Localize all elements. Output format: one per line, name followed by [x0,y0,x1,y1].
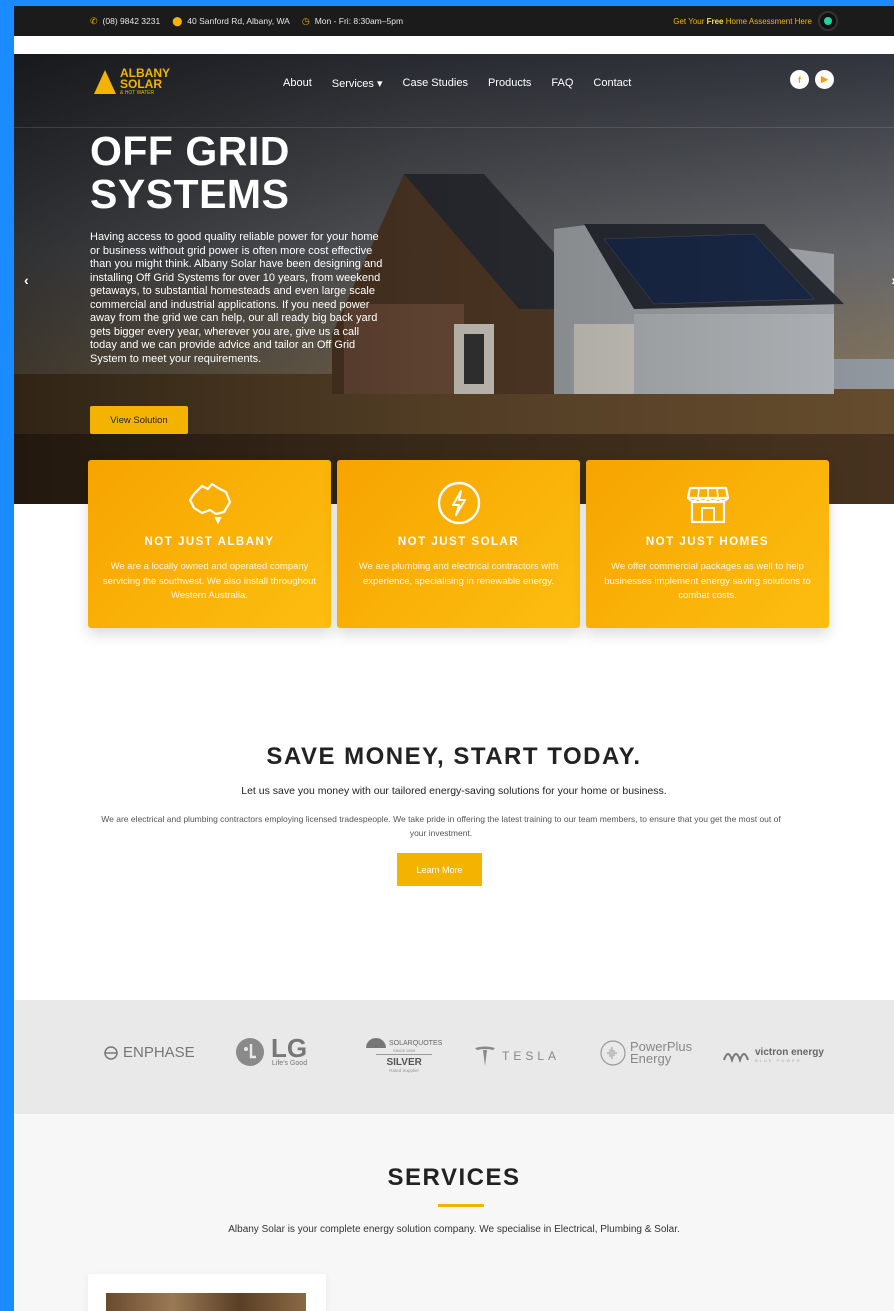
free-assessment-link[interactable]: Get Your Free Home Assessment Here [673,17,812,26]
slider-prev-icon[interactable]: ‹ [24,272,29,288]
tesla-logo[interactable]: TESLA [474,1046,560,1066]
energy-bolt-icon [437,481,480,525]
save-money-heading: SAVE MONEY, START TODAY. [266,743,642,770]
page-frame: ✆ (08) 9842 3231 ⬤ 40 Sanford Rd, Albany… [14,6,894,1311]
feature-card-albany: NOT JUST ALBANY We are a locally owned a… [88,460,331,628]
services-heading: SERVICES [387,1164,521,1191]
lg-face-icon [236,1037,264,1066]
services-section: SERVICES Albany Solar is your complete e… [14,1114,894,1311]
solarquotes-sun-icon [366,1038,386,1048]
powerplus-text-2: Energy [630,1051,672,1066]
learn-more-button[interactable]: Learn More [397,853,482,886]
cta-bold: Free [706,16,724,26]
location-pin-icon: ⬤ [172,15,183,26]
nav-item-contact[interactable]: Contact [593,77,631,89]
card-title: NOT JUST SOLAR [397,536,520,548]
nav-item-case-studies[interactable]: Case Studies [403,77,468,89]
lg-tagline: Life's Good [271,1060,308,1067]
victron-tagline: BLUE POWER [755,1058,802,1063]
service-card-image [106,1293,306,1311]
nav-item-faq[interactable]: FAQ [551,77,573,89]
feature-card-homes: NOT JUST HOMES We offer commercial packa… [586,460,829,628]
powerplus-logo[interactable]: PowerPlus Energy [600,1040,692,1066]
cta-prefix: Get Your [673,16,707,26]
lg-logo[interactable]: LG Life's Good [235,1033,308,1067]
clock-icon: ◷ [301,15,310,26]
solarquotes-badge[interactable]: SOLARQUOTES SINCE 2009 SILVER Rated Supp… [366,1038,442,1073]
card-title: NOT JUST ALBANY [144,536,275,548]
powerplus-wave-icon [600,1040,626,1066]
phone-contact[interactable]: ✆ (08) 9842 3231 [90,16,160,27]
youtube-icon[interactable]: ▶ [815,70,834,89]
services-divider [438,1204,484,1207]
top-bar: ✆ (08) 9842 3231 ⬤ 40 Sanford Rd, Albany… [14,6,894,36]
main-navigation: ALBANY SOLAR & HOT WATER About Services … [14,54,894,128]
solarquotes-since: SINCE 2009 [393,1048,416,1053]
hero-description: Having access to good quality reliable p… [90,231,383,365]
hero-title: OFF GRID SYSTEMS [90,128,290,217]
lg-text: LG [271,1033,308,1063]
solarquotes-note: Rated Supplier [389,1068,420,1073]
partner-logos: ENPHASE LG Life's Good SOLARQUOTES SINCE… [14,1000,894,1114]
view-solution-button[interactable]: View Solution [90,406,188,434]
assessment-toggle-icon[interactable] [818,11,838,31]
enphase-text: ENPHASE [123,1044,195,1061]
social-links: f ▶ [790,70,834,89]
phone-number: (08) 9842 3231 [102,16,161,26]
card-text: We offer commercial packages as well to … [604,561,811,601]
victron-waves-icon [723,1053,749,1064]
nav-item-products[interactable]: Products [488,77,531,89]
address-text: 40 Sanford Rd, Albany, WA [187,16,290,26]
victron-text: victron energy [755,1047,824,1058]
enphase-mark-icon [104,1045,118,1060]
nav-services-label: Services [331,77,374,90]
logo-line3: & HOT WATER [120,90,155,96]
enphase-logo[interactable]: ENPHASE [104,1044,195,1061]
solarquotes-text: SOLARQUOTES [389,1039,443,1047]
save-money-body: We are electrical and plumbing contracto… [101,814,781,838]
victron-logo[interactable]: victron energy BLUE POWER [722,1046,824,1064]
nav-menu: About Services ▾ Case Studies Products F… [283,54,631,112]
cta-suffix: Home Assessment Here [723,16,812,26]
feature-cards: NOT JUST ALBANY We are a locally owned a… [88,460,829,628]
chevron-down-icon: ▾ [377,77,383,90]
hero-slider: ALBANY SOLAR & HOT WATER About Services … [14,54,894,504]
services-subtitle: Albany Solar is your complete energy sol… [228,1224,680,1235]
tesla-text: TESLA [502,1049,561,1063]
feature-card-solar: NOT JUST SOLAR We are plumbing and elect… [337,460,580,628]
hours-info: ◷ Mon - Fri: 8:30am–5pm [302,16,403,27]
card-text: We are plumbing and electrical contracto… [358,561,559,587]
phone-icon: ✆ [90,15,98,26]
card-text: We are a locally owned and operated comp… [102,561,317,601]
facebook-icon[interactable]: f [790,70,809,89]
address-contact[interactable]: ⬤ 40 Sanford Rd, Albany, WA [172,16,290,27]
hours-text: Mon - Fri: 8:30am–5pm [314,16,404,26]
storefront-icon [686,486,729,524]
albany-solar-logo[interactable]: ALBANY SOLAR & HOT WATER [94,67,170,96]
australia-map-icon [188,482,231,525]
logo-mark-icon [94,70,116,94]
tesla-t-icon [475,1046,495,1066]
logo-line2: SOLAR [120,77,162,91]
solarquotes-tier: SILVER [386,1057,422,1068]
service-card[interactable] [88,1274,326,1311]
save-money-subtitle: Let us save you money with our tailored … [241,785,667,797]
nav-item-services[interactable]: Services ▾ [332,77,383,90]
nav-item-about[interactable]: About [283,77,312,89]
card-title: NOT JUST HOMES [645,536,770,548]
